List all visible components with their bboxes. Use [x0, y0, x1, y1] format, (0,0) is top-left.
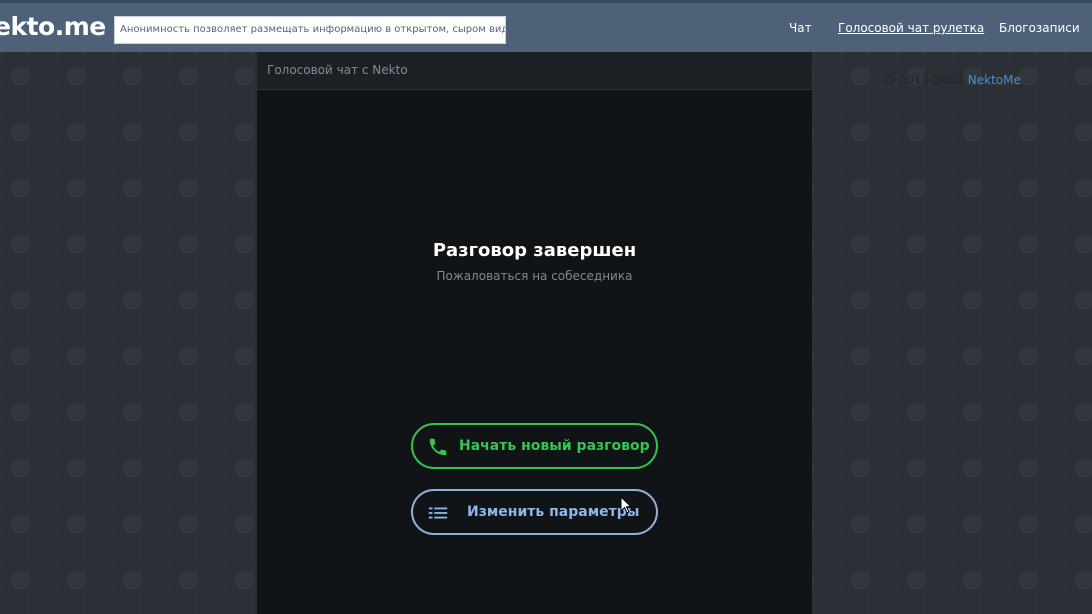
voice-chat-panel: Голосовой чат с Nekto Разговор завершен … — [257, 52, 812, 614]
nav-link-chat[interactable]: Чат — [789, 21, 812, 35]
mouse-cursor-icon — [620, 496, 632, 514]
copyright: © 2011-2022 NektoMe — [883, 73, 1021, 87]
menu-icon — [428, 507, 448, 519]
slogan-banner: Анонимность позволяет размещать информац… — [114, 16, 506, 44]
copyright-brand-link[interactable]: NektoMe — [968, 73, 1021, 87]
copyright-text: © 2011-2022 — [883, 73, 964, 87]
report-partner-link[interactable]: Пожаловаться на собеседника — [257, 269, 812, 283]
start-new-chat-label: Начать новый разговор — [459, 438, 650, 454]
start-new-chat-button[interactable]: Начать новый разговор — [411, 423, 658, 469]
panel-header: Голосовой чат с Nekto — [257, 52, 812, 90]
conversation-ended-title: Разговор завершен — [432, 240, 637, 261]
phone-icon — [429, 438, 447, 456]
nav-link-blog[interactable]: Блогозаписи — [999, 21, 1080, 35]
change-params-label: Изменить параметры — [467, 504, 640, 520]
top-navbar: ekto.me Анонимность позволяет размещать … — [0, 0, 1092, 52]
site-logo[interactable]: ekto.me — [0, 12, 106, 41]
nav-link-voice-roulette[interactable]: Голосовой чат рулетка — [838, 21, 984, 35]
panel-title: Голосовой чат с Nekto — [267, 63, 408, 77]
